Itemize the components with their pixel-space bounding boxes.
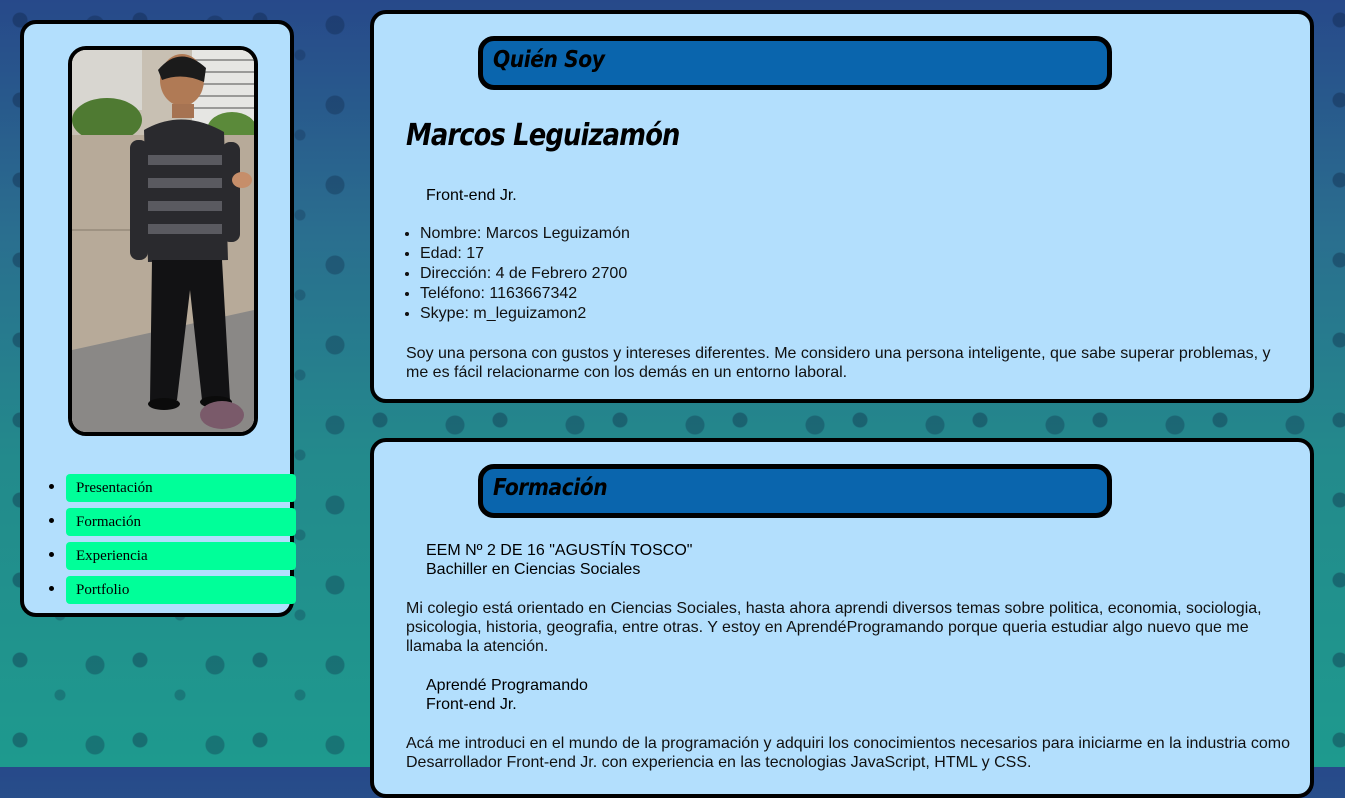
about-header-title: Quién Soy [493, 47, 605, 73]
detail-address: Dirección: 4 de Febrero 2700 [420, 264, 630, 284]
nav-link-experiencia[interactable]: Experiencia [66, 542, 296, 570]
nav-link-presentacion[interactable]: Presentación [66, 474, 296, 502]
detail-name: Nombre: Marcos Leguizamón [420, 224, 630, 244]
about-section: Quién Soy Marcos Leguizamón Front-end Jr… [370, 10, 1314, 403]
profile-photo [68, 46, 258, 436]
education-item-degree: Front-end Jr. [426, 696, 517, 713]
person-name: Marcos Leguizamón [406, 118, 680, 153]
education-section: Formación EEM Nº 2 DE 16 "AGUSTÍN TOSCO"… [370, 438, 1314, 798]
nav-item-portfolio: Portfolio [66, 576, 296, 604]
detail-age: Edad: 17 [420, 244, 630, 264]
nav-item-formacion: Formación [66, 508, 296, 536]
nav-menu: Presentación Formación Experiencia Portf… [52, 474, 296, 610]
education-item-school: EEM Nº 2 DE 16 "AGUSTÍN TOSCO" [426, 542, 693, 559]
about-description: Soy una persona con gustos y intereses d… [406, 345, 1271, 381]
education-item-degree: Bachiller en Ciencias Sociales [426, 561, 641, 578]
education-item-school: Aprendé Programando [426, 677, 588, 694]
personal-details-list: Nombre: Marcos Leguizamón Edad: 17 Direc… [398, 224, 630, 324]
education-header-title: Formación [493, 475, 608, 501]
detail-skype: Skype: m_leguizamon2 [420, 304, 630, 324]
nav-item-experiencia: Experiencia [66, 542, 296, 570]
education-header: Formación [478, 464, 1112, 518]
about-header: Quién Soy [478, 36, 1112, 90]
education-item-description: Mi colegio está orientado en Ciencias So… [406, 600, 1262, 655]
nav-link-formacion[interactable]: Formación [66, 508, 296, 536]
nav-link-portfolio[interactable]: Portfolio [66, 576, 296, 604]
person-role: Front-end Jr. [426, 187, 517, 204]
profile-photo-image [72, 50, 254, 432]
nav-item-presentacion: Presentación [66, 474, 296, 502]
sidebar: Presentación Formación Experiencia Portf… [20, 20, 296, 617]
detail-phone: Teléfono: 1163667342 [420, 284, 630, 304]
education-item-description: Acá me introduci en el mundo de la progr… [406, 735, 1291, 771]
